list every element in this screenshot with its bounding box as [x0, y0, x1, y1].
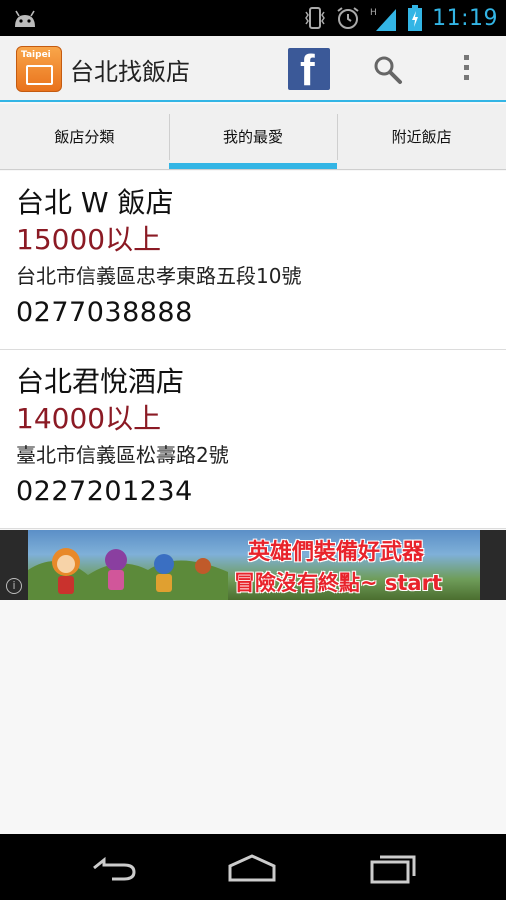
recent-apps-icon[interactable]	[362, 848, 422, 888]
tab-bar: 飯店分類 我的最愛 附近飯店	[0, 104, 506, 170]
status-bar: H 11:19	[0, 0, 506, 36]
back-icon[interactable]	[84, 848, 144, 888]
tab-hotel-categories[interactable]: 飯店分類	[0, 104, 169, 169]
home-icon[interactable]	[222, 848, 282, 888]
hotel-address: 臺北市信義區松壽路2號	[16, 443, 229, 467]
ad-headline: 英雄們裝備好武器	[247, 540, 424, 565]
hotel-phone: 0227201234	[16, 476, 193, 507]
tab-my-favorites[interactable]: 我的最愛	[168, 104, 338, 169]
list-item[interactable]: 台北 W 飯店 15000以上 台北市信義區忠孝東路五段10號 02770388…	[0, 171, 506, 350]
hotel-name: 台北 W 飯店	[16, 186, 174, 219]
status-icons: H 11:19	[304, 4, 498, 32]
facebook-button[interactable]: f	[288, 48, 330, 90]
action-bar: Taipei 台北找飯店 f	[0, 36, 506, 102]
svg-text:H: H	[370, 8, 377, 18]
ad-info-icon[interactable]: i	[6, 578, 22, 594]
hotel-price: 14000以上	[16, 402, 162, 435]
navigation-bar	[0, 834, 506, 900]
overflow-menu-icon[interactable]	[456, 52, 476, 86]
ad-banner[interactable]: 英雄們裝備好武器 冒險沒有終點~ start i	[0, 530, 506, 600]
hotel-address: 台北市信義區忠孝東路五段10號	[16, 264, 302, 288]
building-icon	[26, 65, 53, 85]
status-time: 11:19	[432, 5, 498, 31]
app-logo-icon[interactable]: Taipei	[16, 46, 62, 92]
hotel-phone: 0277038888	[16, 297, 193, 328]
battery-charging-icon	[408, 5, 423, 31]
ad-image[interactable]: 英雄們裝備好武器 冒險沒有終點~ start	[28, 530, 480, 600]
hotel-name: 台北君悅酒店	[16, 365, 185, 398]
signal-icon: H	[370, 8, 397, 31]
hotel-list: 台北 W 飯店 15000以上 台北市信義區忠孝東路五段10號 02770388…	[0, 171, 506, 529]
facebook-icon: f	[300, 48, 315, 90]
android-icon	[15, 10, 35, 27]
hotel-price: 15000以上	[16, 223, 162, 256]
search-icon[interactable]	[372, 54, 404, 86]
app-logo-text: Taipei	[21, 50, 51, 60]
vibrate-icon	[305, 7, 325, 29]
ad-subline: 冒險沒有終點~ start	[233, 571, 442, 595]
tab-nearby-hotels[interactable]: 附近飯店	[337, 104, 506, 169]
alarm-icon	[337, 7, 359, 29]
app-title: 台北找飯店	[70, 58, 190, 86]
list-item[interactable]: 台北君悅酒店 14000以上 臺北市信義區松壽路2號 0227201234	[0, 350, 506, 529]
